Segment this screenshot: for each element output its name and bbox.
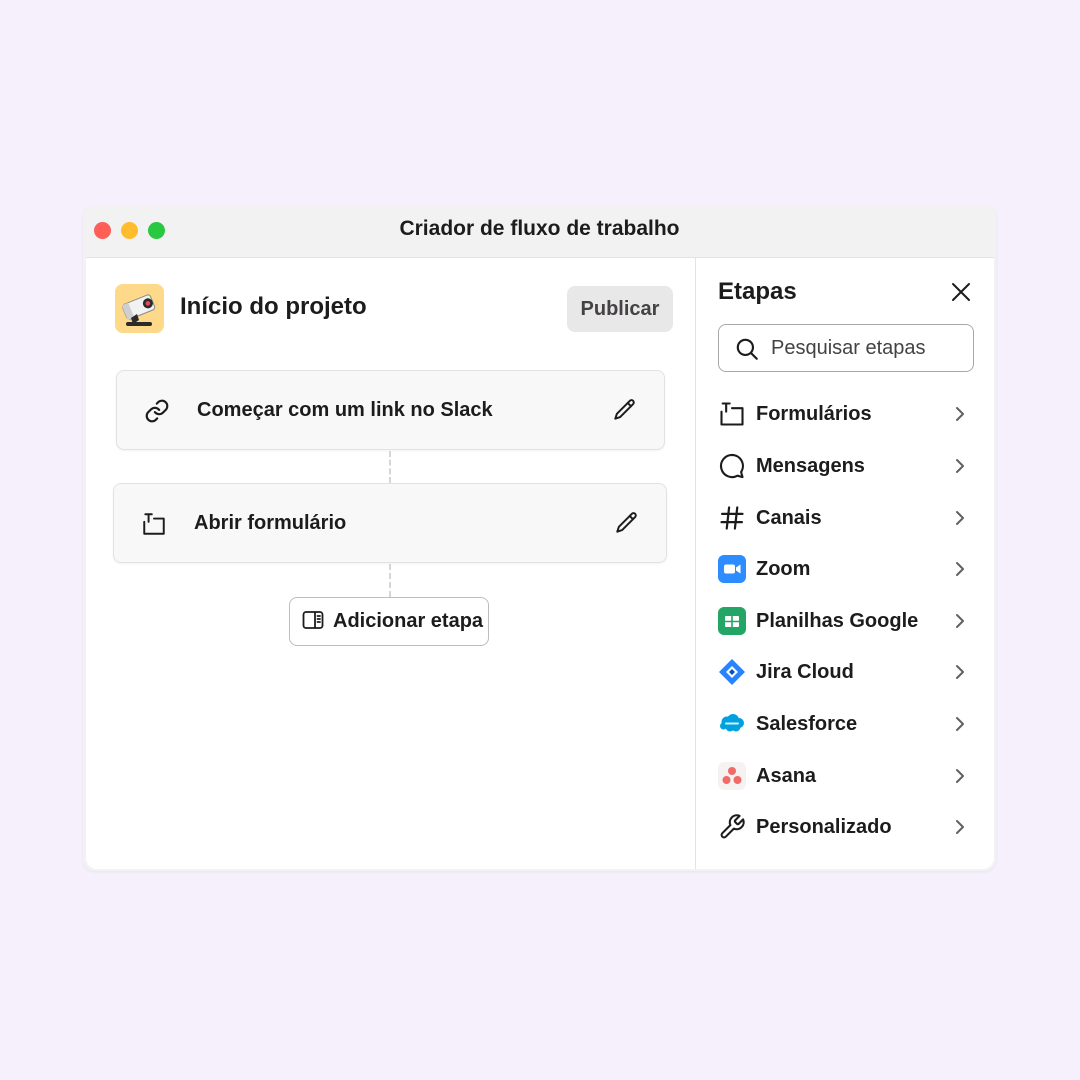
message-bubble-icon xyxy=(718,452,746,480)
category-label: Salesforce xyxy=(756,713,858,735)
window-content: Início do projeto Publicar Começar com u… xyxy=(86,257,994,869)
category-zoom[interactable]: Zoom xyxy=(696,545,994,593)
hash-icon xyxy=(718,504,746,532)
zoom-icon xyxy=(718,555,746,583)
chevron-right-icon xyxy=(951,456,969,476)
chevron-right-icon xyxy=(951,611,969,631)
window-title: Criador de fluxo de trabalho xyxy=(399,217,680,240)
close-icon[interactable] xyxy=(949,280,973,304)
add-step-label: Adicionar etapa xyxy=(333,610,484,632)
chevron-right-icon xyxy=(951,508,969,528)
category-label: Zoom xyxy=(756,558,811,580)
step-card-slack-link[interactable]: Começar com um link no Slack xyxy=(116,370,665,450)
salesforce-icon xyxy=(718,710,746,738)
category-asana[interactable]: Asana xyxy=(696,752,994,800)
workflow-canvas: Início do projeto Publicar Começar com u… xyxy=(86,258,695,869)
edit-pencil-icon[interactable] xyxy=(614,510,640,536)
jira-icon xyxy=(718,658,746,686)
form-icon xyxy=(718,400,746,428)
chevron-right-icon xyxy=(951,404,969,424)
steps-panel: Etapas Pesquisar etapas Formulários Mens… xyxy=(696,258,994,869)
category-label: Formulários xyxy=(756,403,872,425)
category-custom[interactable]: Personalizado xyxy=(696,803,994,851)
workflow-avatar-icon xyxy=(115,284,164,333)
category-forms[interactable]: Formulários xyxy=(696,390,994,438)
search-steps-input[interactable] xyxy=(771,333,966,363)
panel-toggle-icon xyxy=(301,608,325,635)
search-icon xyxy=(734,336,760,362)
category-salesforce[interactable]: Salesforce xyxy=(696,700,994,748)
chevron-right-icon xyxy=(951,559,969,579)
asana-icon xyxy=(718,762,746,790)
chevron-right-icon xyxy=(951,714,969,734)
category-label: Planilhas Google xyxy=(756,610,919,632)
step-card-open-form[interactable]: Abrir formulário xyxy=(113,483,667,563)
workflow-builder-window: Criador de fluxo de trabalho Início do p… xyxy=(83,205,996,871)
link-icon xyxy=(144,398,170,424)
form-icon xyxy=(141,511,167,537)
category-jira-cloud[interactable]: Jira Cloud xyxy=(696,648,994,696)
category-label: Personalizado xyxy=(756,816,892,838)
chevron-right-icon xyxy=(951,766,969,786)
category-google-sheets[interactable]: Planilhas Google xyxy=(696,597,994,645)
edit-pencil-icon[interactable] xyxy=(612,397,638,423)
chevron-right-icon xyxy=(951,817,969,837)
chevron-right-icon xyxy=(951,662,969,682)
step-label: Começar com um link no Slack xyxy=(197,399,493,421)
workflow-title: Início do projeto xyxy=(180,293,367,320)
category-label: Canais xyxy=(756,507,822,529)
category-label: Jira Cloud xyxy=(756,661,854,683)
wrench-icon xyxy=(718,813,746,841)
step-connector xyxy=(389,564,391,597)
search-steps-field[interactable] xyxy=(718,324,974,372)
category-label: Asana xyxy=(756,765,817,787)
step-label: Abrir formulário xyxy=(194,512,347,534)
publish-button[interactable]: Publicar xyxy=(567,286,673,332)
step-connector xyxy=(389,451,391,483)
title-bar: Criador de fluxo de trabalho xyxy=(83,205,996,257)
steps-panel-title: Etapas xyxy=(718,278,797,305)
google-sheets-icon xyxy=(718,607,746,635)
category-label: Mensagens xyxy=(756,455,865,477)
category-channels[interactable]: Canais xyxy=(696,494,994,542)
category-messages[interactable]: Mensagens xyxy=(696,442,994,490)
add-step-button[interactable]: Adicionar etapa xyxy=(289,597,489,646)
